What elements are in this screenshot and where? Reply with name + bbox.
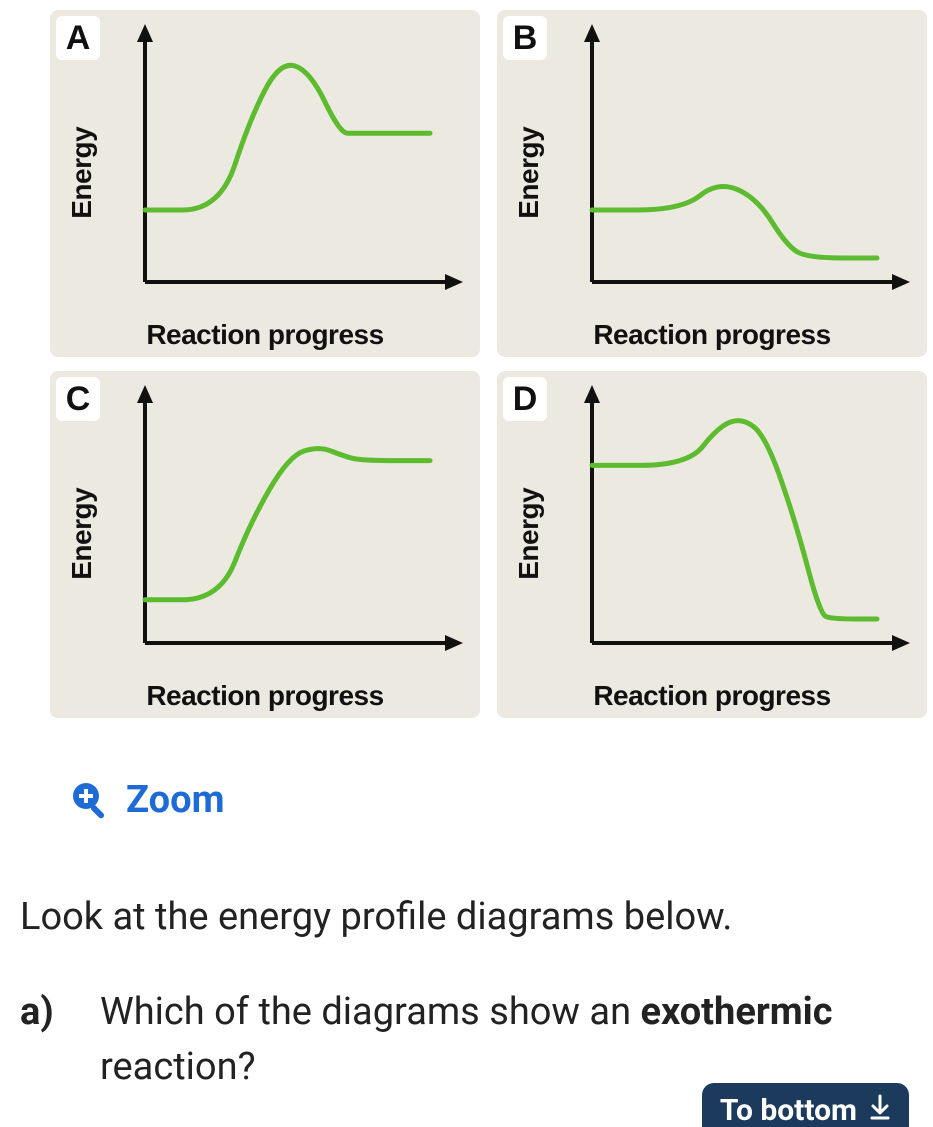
y-axis-label: Energy [66,487,98,579]
page-container: A Energy Reaction progress B Energy Reaction … [0,0,933,1095]
zoom-label: Zoom [126,778,225,822]
diagram-panel-d: D Energy Reaction progress [497,371,927,718]
x-axis-label: Reaction progress [50,319,480,351]
diagram-grid: A Energy Reaction progress B Energy Reaction … [50,10,930,718]
to-bottom-button[interactable]: To bottom [702,1083,909,1127]
panel-label: A [56,16,100,60]
x-axis-label: Reaction progress [50,680,480,712]
part-text-after: reaction? [100,1045,256,1089]
y-axis-label: Energy [66,126,98,218]
energy-profile-plot [562,383,912,673]
energy-profile-plot [115,22,465,312]
y-axis-label: Energy [513,487,545,579]
part-label: a) [20,985,70,1095]
part-text-before: Which of the diagrams show an [100,990,641,1034]
part-text: Which of the diagrams show an exothermic… [100,985,913,1095]
energy-profile-plot [115,383,465,673]
diagram-panel-c: C Energy Reaction progress [50,371,480,718]
y-axis-label: Energy [513,126,545,218]
diagram-panel-b: B Energy Reaction progress [497,10,927,357]
panel-label: C [56,377,100,421]
panel-label: D [503,377,547,421]
intro-text: Look at the energy profile diagrams belo… [20,892,913,943]
x-axis-label: Reaction progress [497,680,927,712]
zoom-in-icon [70,780,110,820]
arrow-down-icon [869,1093,891,1127]
zoom-button[interactable]: Zoom [70,778,225,822]
question-part-a: a) Which of the diagrams show an exother… [20,985,913,1095]
part-text-bold: exothermic [641,990,833,1034]
energy-profile-plot [562,22,912,312]
diagram-panel-a: A Energy Reaction progress [50,10,480,357]
x-axis-label: Reaction progress [497,319,927,351]
to-bottom-label: To bottom [720,1093,857,1127]
panel-label: B [503,16,547,60]
